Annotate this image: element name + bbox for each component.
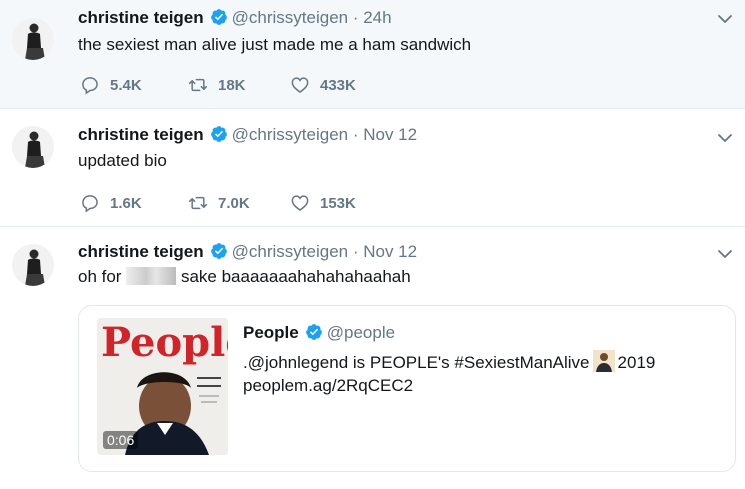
author-handle[interactable]: @chrissyteigen bbox=[232, 242, 348, 261]
tweet-text: oh for sake baaaaaaahahahahaahah bbox=[78, 267, 411, 287]
quoted-text-start: .@johnlegend is PEOPLE's #SexiestManAliv… bbox=[243, 353, 590, 372]
quoted-tweet-card[interactable]: People 0:06 People @people .@johnlegend i… bbox=[78, 305, 736, 472]
like-icon bbox=[290, 193, 310, 213]
timestamp[interactable]: · Nov 12 bbox=[353, 125, 417, 144]
verified-icon bbox=[210, 242, 228, 260]
avatar[interactable] bbox=[12, 126, 54, 168]
quoted-author-name[interactable]: People bbox=[243, 323, 299, 342]
tweet-text: the sexiest man alive just made me a ham… bbox=[78, 35, 472, 54]
avatar[interactable] bbox=[12, 244, 54, 286]
verified-icon bbox=[305, 323, 323, 341]
like-button[interactable]: 433K bbox=[290, 74, 356, 96]
chevron-down-icon[interactable] bbox=[717, 249, 733, 259]
tweet[interactable]: christine teigen @chrissyteigen · Nov 12 … bbox=[0, 109, 745, 227]
quoted-tweet-header: People @people bbox=[243, 323, 395, 343]
author-handle[interactable]: @chrissyteigen bbox=[232, 125, 348, 144]
retweet-count: 18K bbox=[218, 76, 246, 94]
author-handle[interactable]: @chrissyteigen bbox=[232, 8, 348, 27]
quoted-author-handle[interactable]: @people bbox=[327, 323, 395, 342]
retweet-icon bbox=[188, 193, 208, 213]
like-count: 433K bbox=[320, 76, 356, 94]
person-emoji-icon bbox=[592, 350, 615, 372]
like-button[interactable]: 153K bbox=[290, 192, 356, 214]
retweet-count: 7.0K bbox=[218, 194, 250, 212]
reply-icon bbox=[80, 75, 100, 95]
like-count: 153K bbox=[320, 194, 356, 212]
author-name[interactable]: christine teigen bbox=[78, 8, 204, 27]
timestamp[interactable]: · Nov 12 bbox=[353, 242, 417, 261]
quoted-tweet-text: .@johnlegend is PEOPLE's #SexiestManAliv… bbox=[243, 350, 655, 373]
avatar[interactable] bbox=[12, 18, 54, 60]
tweet-header: christine teigen @chrissyteigen · Nov 12 bbox=[78, 242, 417, 262]
like-icon bbox=[290, 75, 310, 95]
tweet-header: christine teigen @chrissyteigen · Nov 12 bbox=[78, 125, 417, 145]
reply-count: 1.6K bbox=[110, 194, 142, 212]
tweet-text-start: oh for bbox=[78, 267, 122, 286]
verified-icon bbox=[210, 125, 228, 143]
author-name[interactable]: christine teigen bbox=[78, 242, 204, 261]
tweet-text-end: sake baaaaaaahahahahaahah bbox=[180, 267, 411, 286]
reply-count: 5.4K bbox=[110, 76, 142, 94]
tweet-header: christine teigen @chrissyteigen · 24h bbox=[78, 8, 392, 28]
verified-icon bbox=[210, 8, 228, 26]
video-duration: 0:06 bbox=[103, 431, 139, 449]
retweet-button[interactable]: 7.0K bbox=[188, 192, 250, 214]
reply-icon bbox=[80, 193, 100, 213]
author-name[interactable]: christine teigen bbox=[78, 125, 204, 144]
chevron-down-icon[interactable] bbox=[717, 14, 733, 24]
quoted-tweet-link[interactable]: peoplem.ag/2RqCEC2 bbox=[243, 376, 413, 396]
censored-word bbox=[126, 267, 177, 285]
video-thumbnail[interactable]: People 0:06 bbox=[97, 318, 228, 455]
tweet[interactable]: christine teigen @chrissyteigen · 24h the… bbox=[0, 0, 745, 109]
retweet-icon bbox=[188, 75, 208, 95]
quoted-text-end: 2019 bbox=[617, 353, 656, 372]
chevron-down-icon[interactable] bbox=[717, 133, 733, 143]
cover-title: People bbox=[101, 319, 228, 366]
reply-button[interactable]: 5.4K bbox=[80, 74, 142, 96]
retweet-button[interactable]: 18K bbox=[188, 74, 246, 96]
tweet-text: updated bio bbox=[78, 151, 167, 170]
timestamp[interactable]: · 24h bbox=[353, 8, 392, 27]
reply-button[interactable]: 1.6K bbox=[80, 192, 142, 214]
